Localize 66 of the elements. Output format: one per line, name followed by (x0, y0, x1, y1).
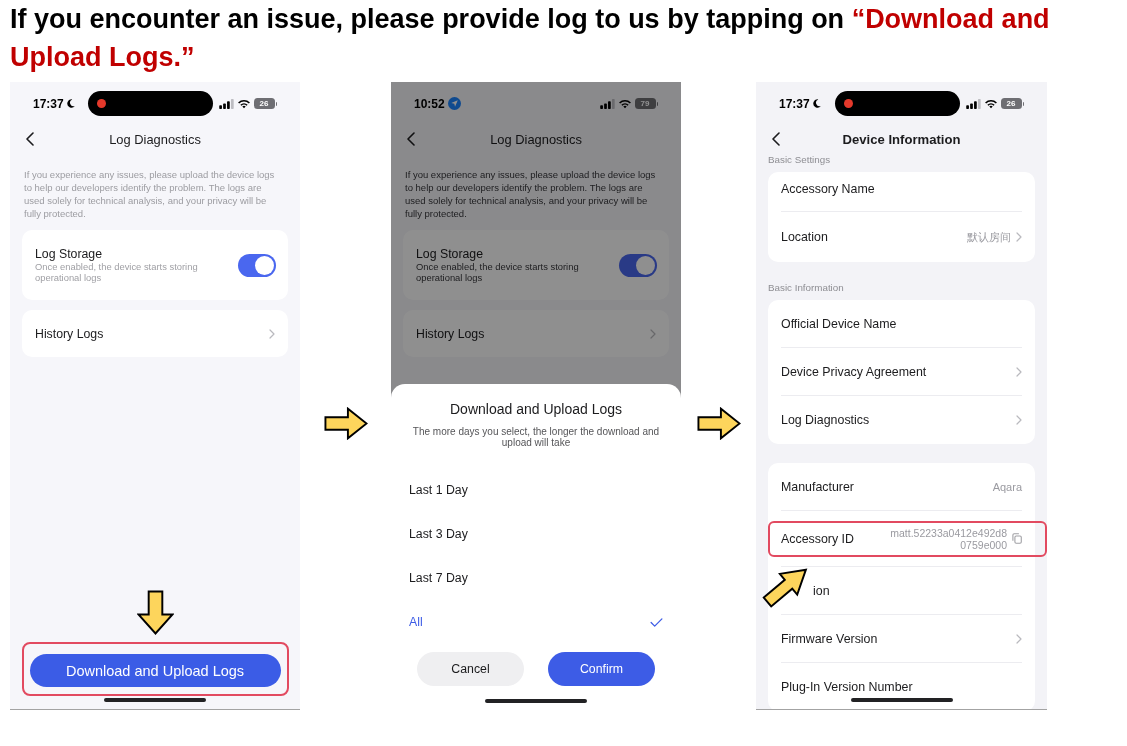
list-item[interactable]: Location 默认房间 (781, 212, 1022, 262)
list-item[interactable]: History Logs (22, 310, 288, 357)
list-item[interactable]: History Logs (403, 310, 669, 357)
chevron-right-icon (1016, 232, 1022, 242)
setting-description: Once enabled, the device starts storing operational logs (416, 261, 580, 283)
section-header: Basic Information (768, 282, 845, 294)
battery-percent: 26 (253, 98, 275, 109)
battery-percent: 79 (634, 98, 656, 109)
row-value: matt.52233a0412e492d80759e000 (889, 526, 1007, 551)
battery-percent: 26 (1000, 98, 1022, 109)
status-time: 17:37 (33, 96, 64, 111)
location-arrow-icon (447, 97, 461, 110)
toggle-switch[interactable] (238, 253, 276, 277)
status-time: 17:37 (779, 96, 810, 111)
chevron-right-icon (269, 328, 275, 339)
list-item[interactable]: Device Privacy Agreement (781, 348, 1022, 396)
moon-icon (66, 99, 75, 108)
row-label: Plug-In Version Number (781, 680, 914, 694)
wifi-icon (617, 98, 632, 109)
toggle-switch[interactable] (619, 253, 657, 277)
confirm-button[interactable]: Confirm (548, 652, 655, 686)
section-header: Basic Settings (768, 154, 832, 166)
option-item[interactable]: Last 3 Day (391, 512, 681, 556)
wifi-icon (983, 98, 998, 109)
list-item[interactable]: Log Diagnostics (781, 396, 1022, 444)
row-value: 默认房间 (967, 229, 1011, 245)
sheet-subtitle: The more days you select, the longer the download and upload will take (411, 426, 661, 448)
setting-label: Log Storage (416, 247, 484, 261)
signal-icon (218, 98, 234, 109)
sheet-title: Download and Upload Logs (449, 400, 623, 418)
description-text: If you experience any issues, please upload the device logs to help our developers identify the problem. The logs are used solely for technical analysis, and your privacy will be fully protected. (24, 168, 276, 220)
option-item[interactable]: Last 1 Day (391, 468, 681, 512)
option-item[interactable]: Last 7 Day (391, 556, 681, 600)
chevron-right-icon (1016, 415, 1022, 425)
right-arrow-icon (323, 407, 368, 440)
description-text: If you experience any issues, please upload the device logs to help our developers identify the problem. The logs are used solely for technical analysis, and your privacy will be fully protected. (405, 168, 657, 220)
setting-label: Log Storage (35, 247, 103, 261)
chevron-right-icon (1016, 633, 1022, 644)
right-arrow-icon (696, 407, 741, 440)
option-item[interactable]: All (391, 600, 681, 644)
cancel-button[interactable]: Cancel (417, 652, 524, 686)
screen-title: Device Information (841, 131, 962, 147)
row-value: Aqara (992, 480, 1022, 493)
upload-logs-button[interactable]: Download and Upload Logs (29, 654, 281, 687)
recording-dot-icon (97, 99, 107, 108)
back-icon[interactable] (772, 132, 780, 146)
wifi-icon (236, 98, 251, 109)
chevron-right-icon (650, 328, 656, 339)
row-label: Manufacturer (781, 479, 855, 494)
back-icon[interactable] (26, 132, 34, 146)
row-label: Accessory ID (781, 531, 855, 546)
moon-icon (812, 99, 821, 108)
signal-icon (599, 98, 615, 109)
status-time: 10:52 (414, 96, 445, 111)
recording-dot-icon (843, 99, 853, 108)
chevron-right-icon (1016, 366, 1022, 377)
screen-title: Log Diagnostics (108, 131, 202, 147)
setting-description: Once enabled, the device starts storing operational logs (35, 261, 199, 283)
signal-icon (965, 98, 981, 109)
row-label: Accessory Name (781, 181, 876, 196)
screen-title: Log Diagnostics (489, 131, 583, 147)
row-label: Official Device Name (781, 316, 898, 331)
checkmark-icon (650, 617, 663, 627)
row-label: ion (813, 583, 831, 598)
instruction-heading: If you encounter an issue, please provide log to us by tapping on “Download and Upload Logs.” (10, 3, 1051, 74)
list-item[interactable]: Firmware Version (781, 615, 1022, 663)
